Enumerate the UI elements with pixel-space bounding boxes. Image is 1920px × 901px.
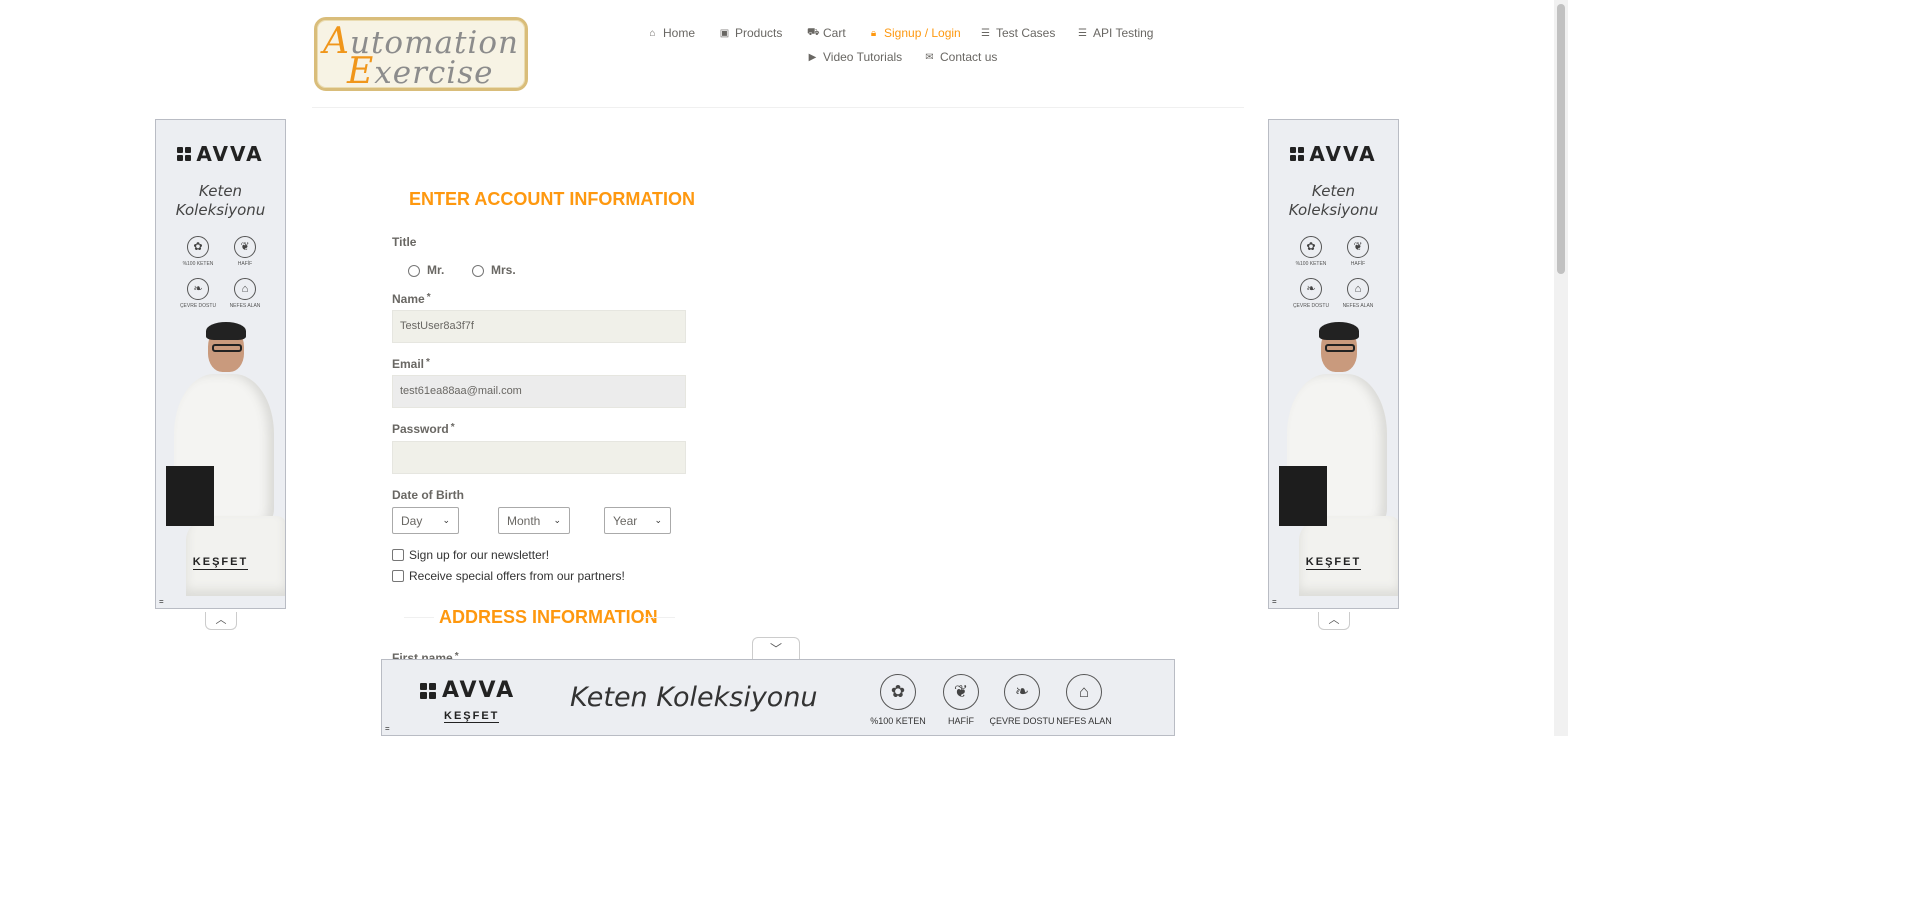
name-input[interactable]: TestUser8a3f7f — [392, 310, 686, 343]
address-heading-rule-left — [404, 617, 434, 618]
youtube-icon: ▶ — [808, 51, 817, 63]
feather-icon: ❦ — [1347, 236, 1369, 258]
list-icon: ☰ — [981, 27, 990, 39]
page-scrollbar[interactable] — [1554, 0, 1568, 736]
address-info-heading: ADDRESS INFORMATION — [439, 607, 658, 627]
products-icon: ▣ — [719, 27, 730, 39]
plant-icon: ✿ — [1300, 236, 1322, 258]
ad-title: Keten Koleksiyonu — [570, 682, 818, 713]
house-icon: ⌂ — [1347, 278, 1369, 300]
nav-products[interactable]: ▣ Products — [719, 26, 783, 40]
ad-title: Keten Koleksiyonu — [175, 182, 266, 219]
plant-icon: ✿ — [187, 236, 209, 258]
logo-line-2: Exercise — [347, 51, 494, 91]
offers-label: Receive special offers from our partners… — [409, 569, 625, 583]
email-label: Email * — [392, 357, 430, 371]
ad-cta[interactable]: KEŞFET — [1269, 556, 1398, 570]
title-mrs-label: Mrs. — [491, 263, 516, 277]
list-icon: ☰ — [1078, 27, 1087, 39]
title-mrs-radio[interactable] — [472, 265, 484, 277]
password-label: Password * — [392, 422, 455, 436]
leaf-icon: ❧ — [187, 278, 209, 300]
ad-feature: ✿ %100 KETEN — [1291, 236, 1331, 267]
chevron-down-icon[interactable]: ﹀ — [752, 637, 800, 659]
side-ad-left[interactable]: AVVA Keten Koleksiyonu ✿ %100 KETEN ❦ HAFİF… — [155, 119, 286, 609]
brand-grid-icon — [177, 147, 192, 161]
nav-test-cases[interactable]: ☰ Test Cases — [980, 26, 1055, 40]
scrollbar-thumb[interactable] — [1557, 4, 1565, 274]
ad-feature: ⌂ NEFES ALAN — [1338, 278, 1378, 309]
chevron-down-icon: ⌄ — [654, 515, 662, 525]
envelope-icon: ✉ — [925, 51, 934, 63]
ad-mark: = — [385, 724, 390, 733]
leaf-icon: ❧ — [1300, 278, 1322, 300]
password-input[interactable] — [392, 441, 686, 474]
feather-icon: ❦ — [943, 674, 979, 710]
house-icon: ⌂ — [234, 278, 256, 300]
address-heading-rule-right — [643, 617, 675, 618]
title-mr-label: Mr. — [427, 263, 445, 277]
ad-feature: ❧ ÇEVRE DOSTU — [987, 674, 1057, 726]
ad-brand-logo: AVVA — [156, 142, 285, 166]
ad-feature: ✿ %100 KETEN — [178, 236, 218, 267]
side-ad-right[interactable]: AVVA Keten Koleksiyonu ✿ %100 KETEN ❦ HAFİF… — [1268, 119, 1399, 609]
offers-checkbox[interactable] — [392, 570, 404, 582]
ad-feature: ⌂ NEFES ALAN — [1049, 674, 1119, 726]
nav-signup-login[interactable]: 🔒︎ Signup / Login — [868, 26, 961, 40]
nav-api-testing[interactable]: ☰ API Testing — [1077, 26, 1153, 40]
house-icon: ⌂ — [1066, 674, 1102, 710]
brand-grid-icon — [420, 682, 436, 699]
header-divider — [312, 107, 1244, 108]
leaf-icon: ❧ — [1004, 674, 1040, 710]
chevron-down-icon: ⌄ — [442, 515, 450, 525]
dob-year-select[interactable]: Year ⌄ — [604, 507, 671, 534]
cart-icon: ⛟ — [807, 26, 820, 38]
chevron-up-icon[interactable]: ︿ — [205, 612, 237, 630]
bottom-ad-banner[interactable]: AVVA KEŞFET Keten Koleksiyonu ✿ %100 KETE… — [381, 659, 1175, 736]
ad-feature: ⌂ NEFES ALAN — [225, 278, 265, 309]
ad-mark: = — [159, 597, 164, 606]
nav-cart[interactable]: ⛟ Cart — [807, 26, 846, 40]
ad-feature: ❧ ÇEVRE DOSTU — [178, 278, 218, 309]
nav-home[interactable]: ⌂ Home — [647, 26, 695, 40]
newsletter-checkbox[interactable] — [392, 549, 404, 561]
nav-video-tutorials[interactable]: ▶ Video Tutorials — [807, 50, 903, 64]
email-input[interactable]: test61ea88aa@mail.com — [392, 375, 686, 408]
ad-brand-logo: AVVA — [420, 678, 515, 703]
title-label: Title — [392, 235, 417, 249]
newsletter-label: Sign up for our newsletter! — [409, 548, 550, 562]
name-label: Name * — [392, 292, 431, 306]
ad-feature: ❦ HAFİF — [1338, 236, 1378, 267]
ad-mark: = — [1272, 597, 1277, 606]
ad-feature: ✿ %100 KETEN — [863, 674, 933, 726]
ad-feature: ❦ HAFİF — [225, 236, 265, 267]
site-logo[interactable]: Automation Exercise — [314, 17, 528, 91]
chevron-down-icon: ⌄ — [553, 515, 561, 525]
ad-feature: ❧ ÇEVRE DOSTU — [1291, 278, 1331, 309]
home-icon: ⌂ — [649, 27, 656, 39]
lock-icon: 🔒︎ — [870, 27, 877, 39]
dob-month-select[interactable]: Month ⌄ — [498, 507, 570, 534]
nav-contact-us[interactable]: ✉ Contact us — [924, 50, 997, 64]
dob-day-select[interactable]: Day ⌄ — [392, 507, 459, 534]
title-mr-radio[interactable] — [408, 265, 420, 277]
ad-cta[interactable]: KEŞFET — [444, 710, 500, 723]
ad-cta[interactable]: KEŞFET — [156, 556, 285, 570]
ad-brand-logo: AVVA — [1269, 142, 1398, 166]
dob-label: Date of Birth — [392, 488, 464, 502]
ad-feature: ❦ HAFİF — [926, 674, 996, 726]
ad-title: Keten Koleksiyonu — [1288, 182, 1379, 219]
account-info-heading: ENTER ACCOUNT INFORMATION — [409, 189, 695, 209]
brand-grid-icon — [1290, 147, 1305, 161]
feather-icon: ❦ — [234, 236, 256, 258]
chevron-up-icon[interactable]: ︿ — [1318, 612, 1350, 630]
plant-icon: ✿ — [880, 674, 916, 710]
